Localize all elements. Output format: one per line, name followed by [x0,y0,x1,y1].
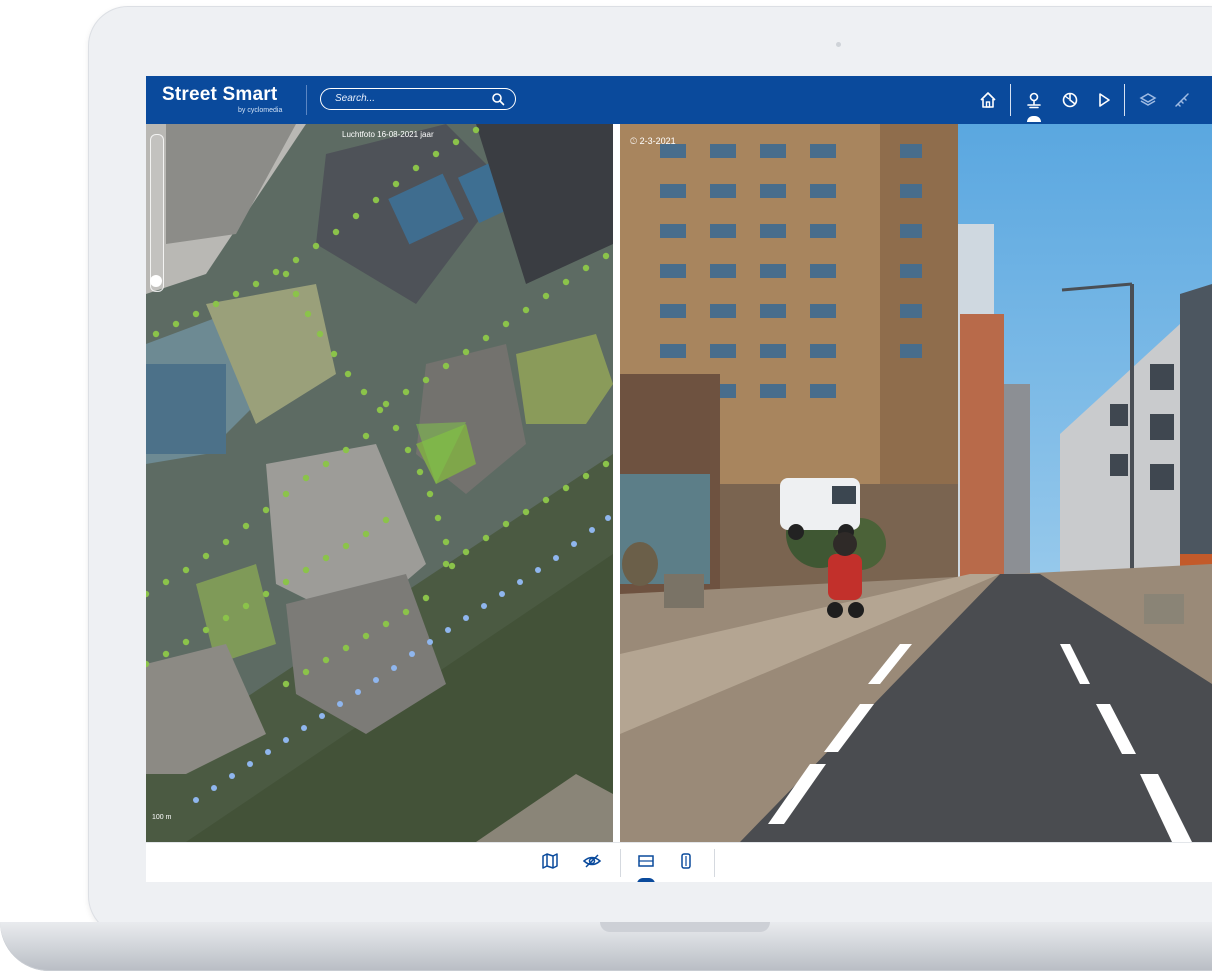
top-bar: Street Smart by cyclomedia Search... [146,76,1212,124]
active-tab-indicator [1027,116,1041,122]
street-panorama [620,124,1212,842]
laptop-notch [600,922,770,932]
view-splitter[interactable] [613,124,620,842]
map-date-label: Luchtfoto 16-08-2021 jaar [342,130,434,139]
bottom-separator [620,849,621,877]
aerial-map-view[interactable]: Luchtfoto 16-08-2021 jaar 100 m [146,124,613,842]
bottom-separator [714,849,715,877]
map-icon[interactable] [540,851,560,871]
home-icon[interactable] [978,90,998,110]
capture-date: 2-3-2021 [639,136,676,146]
search-box[interactable]: Search... [320,88,516,110]
zoom-handle[interactable] [150,275,162,287]
layers-icon[interactable] [1138,90,1158,110]
clock-icon: 🕓︎ [630,136,638,146]
webcam [836,42,841,47]
toolbar-separator [1124,84,1125,116]
panorama-view[interactable]: 🕓︎ 2-3-2021 [620,124,1212,842]
map-scale: 100 m [152,814,172,821]
search-icon[interactable] [491,92,505,106]
hide-visibility-icon[interactable] [582,851,602,871]
bottom-bar [146,842,1212,882]
app-subtitle: by cyclomedia [238,107,283,114]
brand-divider [306,85,307,115]
search-placeholder: Search... [335,93,376,104]
zoom-slider[interactable] [150,134,164,292]
capture-date-badge: 🕓︎ 2-3-2021 [630,136,676,147]
toolbar-separator [1010,84,1011,116]
measure-icon[interactable] [1172,90,1192,110]
app-title: Street Smart [162,84,278,105]
pointcloud-icon[interactable] [676,851,696,871]
aerial-photo [146,124,613,842]
play-icon[interactable] [1094,90,1114,110]
panorama-icon[interactable] [636,851,656,871]
pano-viewer-icon[interactable] [1024,90,1044,110]
app-screen: Street Smart by cyclomedia Search... Luc… [146,76,1212,882]
layers-globe-icon[interactable] [1060,90,1080,110]
active-bottom-indicator [637,878,655,882]
